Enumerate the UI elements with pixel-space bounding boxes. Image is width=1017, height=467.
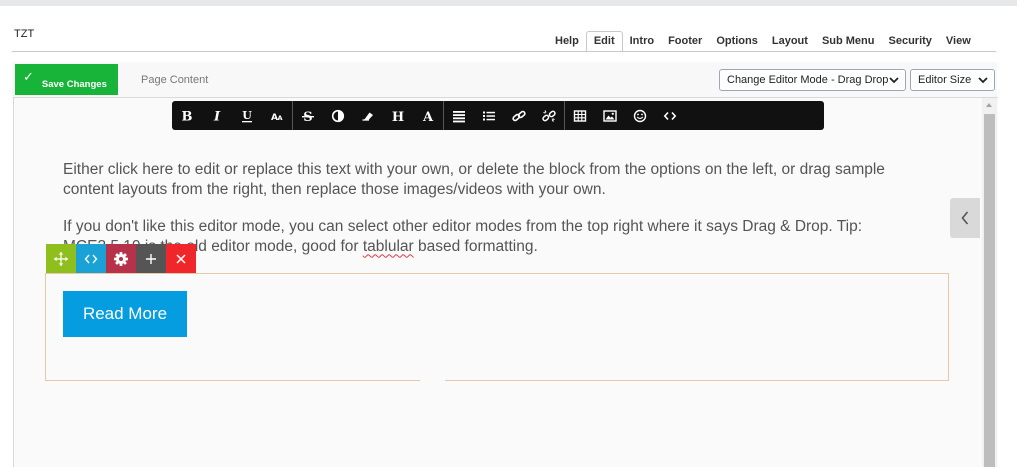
heading-icon: H bbox=[392, 110, 404, 123]
tab-footer[interactable]: Footer bbox=[661, 31, 709, 52]
bold-icon: B bbox=[182, 109, 193, 123]
emoji-icon bbox=[633, 109, 647, 122]
svg-text:I: I bbox=[213, 109, 221, 123]
font-size-icon: AA bbox=[271, 113, 283, 123]
close-icon bbox=[176, 253, 186, 264]
title-divider bbox=[12, 51, 996, 52]
tab-sub-menu[interactable]: Sub Menu bbox=[815, 31, 882, 52]
editor-size-value: Editor Size bbox=[918, 74, 972, 86]
plus-icon bbox=[146, 253, 156, 264]
save-changes-label: Save Changes bbox=[41, 78, 107, 90]
list-button[interactable] bbox=[474, 101, 504, 130]
page-content-label: Page Content bbox=[141, 74, 209, 86]
paragraph-align-button[interactable] bbox=[444, 101, 474, 130]
add-block-button[interactable] bbox=[136, 244, 166, 273]
chevron-down-icon bbox=[978, 77, 988, 84]
svg-text:A: A bbox=[422, 110, 434, 123]
svg-text:U: U bbox=[242, 109, 252, 122]
code-icon bbox=[84, 254, 98, 263]
unlink-icon bbox=[542, 109, 556, 122]
eraser-icon bbox=[362, 112, 373, 121]
format-toolbar: B I U AA S H A bbox=[172, 101, 824, 130]
heading-button[interactable]: H bbox=[383, 101, 413, 130]
tab-help[interactable]: Help bbox=[548, 31, 586, 52]
strikethrough-icon: S bbox=[302, 110, 314, 123]
tab-edit[interactable]: Edit bbox=[585, 31, 623, 52]
list-icon bbox=[483, 111, 495, 120]
tab-options[interactable]: Options bbox=[709, 31, 765, 52]
svg-text:A: A bbox=[278, 114, 283, 122]
block-settings-button[interactable] bbox=[106, 244, 136, 273]
text-style-icon: A bbox=[422, 110, 434, 123]
scroll-up-arrow[interactable] bbox=[982, 98, 997, 113]
chevron-down-icon bbox=[889, 77, 899, 84]
tab-security[interactable]: Security bbox=[882, 31, 939, 52]
editor-mode-select[interactable]: Change Editor Mode - Drag Drop bbox=[719, 69, 906, 91]
move-block-button[interactable] bbox=[46, 244, 76, 273]
save-changes-button[interactable]: ✓ Save Changes bbox=[15, 64, 118, 95]
table-button[interactable] bbox=[565, 101, 595, 130]
italic-button[interactable]: I bbox=[202, 101, 232, 130]
image-icon bbox=[603, 109, 617, 122]
contrast-icon bbox=[331, 109, 345, 122]
link-button[interactable] bbox=[504, 101, 534, 130]
underline-icon: U bbox=[242, 109, 252, 122]
eraser-button[interactable] bbox=[353, 101, 383, 130]
underline-button[interactable]: U bbox=[232, 101, 262, 130]
code-icon bbox=[663, 111, 677, 120]
source-code-button[interactable] bbox=[655, 101, 685, 130]
table-icon bbox=[573, 109, 587, 122]
chevron-left-icon bbox=[961, 211, 969, 225]
emoji-button[interactable] bbox=[625, 101, 655, 130]
read-more-button[interactable]: Read More bbox=[63, 291, 187, 337]
italic-icon: I bbox=[213, 109, 221, 123]
svg-text:B: B bbox=[182, 109, 193, 123]
site-title: TZT bbox=[14, 28, 35, 40]
svg-text:H: H bbox=[392, 110, 404, 123]
edit-html-button[interactable] bbox=[76, 244, 106, 273]
link-icon bbox=[512, 110, 526, 121]
tab-layout[interactable]: Layout bbox=[765, 31, 815, 52]
tab-intro[interactable]: Intro bbox=[623, 31, 661, 52]
tab-view[interactable]: View bbox=[939, 31, 978, 52]
block-tools bbox=[46, 244, 196, 273]
strikethrough-button[interactable]: S bbox=[293, 101, 323, 130]
misspelled-word: tablular bbox=[362, 237, 414, 255]
block-gap bbox=[420, 379, 445, 382]
scrollbar-thumb[interactable] bbox=[984, 114, 995, 467]
gear-icon bbox=[114, 251, 128, 266]
text-style-button[interactable]: A bbox=[413, 101, 443, 130]
image-button[interactable] bbox=[595, 101, 625, 130]
delete-block-button[interactable] bbox=[166, 244, 196, 273]
editor-mode-value: Change Editor Mode - Drag Drop bbox=[727, 74, 889, 86]
content-paragraph-1[interactable]: Either click here to edit or replace thi… bbox=[63, 160, 923, 199]
contrast-button[interactable] bbox=[323, 101, 353, 130]
bold-button[interactable]: B bbox=[172, 101, 202, 130]
unlink-button[interactable] bbox=[534, 101, 564, 130]
tab-bar: Help Edit Intro Footer Options Layout Su… bbox=[548, 31, 978, 52]
paragraph-2-text-end: based formatting. bbox=[413, 237, 538, 255]
font-size-button[interactable]: AA bbox=[262, 101, 292, 130]
checkmark-icon: ✓ bbox=[23, 68, 34, 84]
top-strip bbox=[0, 0, 1017, 6]
editor-size-select[interactable]: Editor Size bbox=[910, 69, 995, 91]
move-icon bbox=[54, 251, 68, 266]
align-justify-icon bbox=[453, 110, 465, 122]
sidebar-toggle[interactable] bbox=[950, 198, 980, 238]
